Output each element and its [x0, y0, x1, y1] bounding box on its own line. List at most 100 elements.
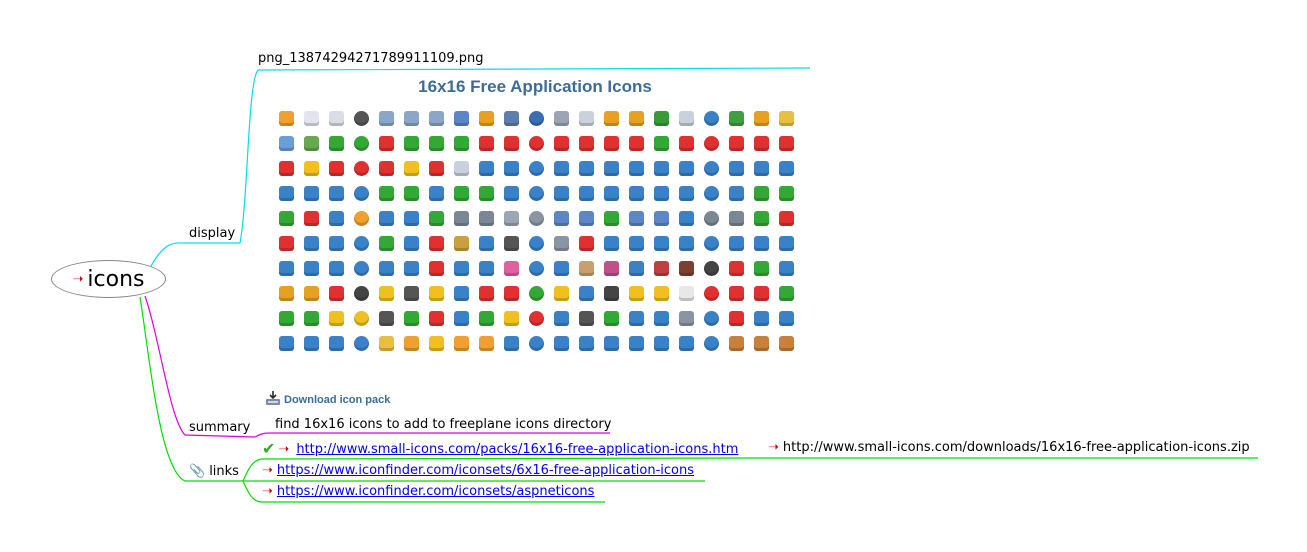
- app-icon: [699, 231, 724, 256]
- app-icon: [674, 131, 699, 156]
- app-icon: [749, 156, 774, 181]
- app-icon: [299, 206, 324, 231]
- app-icon: [774, 256, 799, 281]
- app-icon: [774, 131, 799, 156]
- app-icon: [699, 106, 724, 131]
- app-icon: [499, 306, 524, 331]
- app-icon: [399, 206, 424, 231]
- app-icon: [274, 131, 299, 156]
- link-child-node[interactable]: ➝ http://www.small-icons.com/downloads/1…: [768, 440, 1250, 455]
- app-icon: [449, 156, 474, 181]
- app-icon: [574, 181, 599, 206]
- root-node[interactable]: ➝ icons: [51, 260, 166, 298]
- app-icon: [274, 306, 299, 331]
- app-icon: [749, 181, 774, 206]
- app-icon: [774, 331, 799, 356]
- app-icon: [449, 331, 474, 356]
- app-icon: [724, 106, 749, 131]
- app-icon: [674, 331, 699, 356]
- app-icon: [649, 131, 674, 156]
- app-icon: [324, 131, 349, 156]
- app-icon: [349, 131, 374, 156]
- download-link[interactable]: Download icon pack: [265, 390, 390, 406]
- app-icon: [324, 331, 349, 356]
- app-icon: [649, 231, 674, 256]
- app-icon: [524, 231, 549, 256]
- link-iconfinder-aspnet[interactable]: https://www.iconfinder.com/iconsets/aspn…: [277, 484, 595, 499]
- app-icon: [299, 256, 324, 281]
- app-icon: [374, 206, 399, 231]
- app-icon: [424, 231, 449, 256]
- app-icon: [349, 181, 374, 206]
- app-icon: [474, 206, 499, 231]
- app-icon: [724, 156, 749, 181]
- app-icon: [599, 331, 624, 356]
- app-icon: [449, 131, 474, 156]
- app-icon: [374, 231, 399, 256]
- app-icon: [574, 131, 599, 156]
- app-icon: [424, 306, 449, 331]
- checkmark-icon: ✔: [262, 439, 276, 458]
- app-icon: [474, 106, 499, 131]
- app-icon: [424, 106, 449, 131]
- app-icon: [474, 281, 499, 306]
- app-icon: [499, 156, 524, 181]
- app-icon: [399, 106, 424, 131]
- app-icon: [324, 206, 349, 231]
- app-icon: [374, 181, 399, 206]
- app-icon: [749, 306, 774, 331]
- node-display[interactable]: display: [189, 226, 235, 241]
- app-icon: [549, 231, 574, 256]
- app-icon: [524, 156, 549, 181]
- app-icon: [624, 106, 649, 131]
- app-icon: [649, 181, 674, 206]
- app-icon: [749, 206, 774, 231]
- image-filename: png_13874294271789911109.png: [258, 51, 484, 66]
- app-icon: [524, 281, 549, 306]
- app-icon: [349, 281, 374, 306]
- node-links[interactable]: 📎 links: [189, 464, 239, 479]
- app-icon: [599, 281, 624, 306]
- app-icon: [449, 181, 474, 206]
- paperclip-icon: 📎: [189, 464, 206, 479]
- link-child-url: http://www.small-icons.com/downloads/16x…: [782, 440, 1250, 455]
- app-icon: [599, 206, 624, 231]
- app-icon: [299, 131, 324, 156]
- app-icon: [774, 106, 799, 131]
- app-icon: [449, 256, 474, 281]
- link-small-icons-pack[interactable]: http://www.small-icons.com/packs/16x16-f…: [296, 442, 738, 457]
- app-icon: [624, 131, 649, 156]
- app-icon: [774, 231, 799, 256]
- app-icon: [424, 131, 449, 156]
- app-icon: [674, 256, 699, 281]
- app-icon: [649, 306, 674, 331]
- app-icon: [574, 281, 599, 306]
- app-icon: [424, 156, 449, 181]
- app-icon: [449, 281, 474, 306]
- app-icon: [274, 231, 299, 256]
- app-icon: [449, 231, 474, 256]
- app-icon: [699, 206, 724, 231]
- app-icon: [499, 131, 524, 156]
- node-summary[interactable]: summary: [189, 420, 250, 435]
- app-icon: [599, 181, 624, 206]
- app-icon: [424, 331, 449, 356]
- arrow-icon: ➝: [278, 441, 290, 457]
- app-icon: [724, 131, 749, 156]
- app-icon: [449, 206, 474, 231]
- edge-display: [149, 242, 240, 269]
- app-icon: [699, 131, 724, 156]
- edge-summary-child: [254, 432, 610, 438]
- app-icon: [524, 181, 549, 206]
- app-icon: [274, 281, 299, 306]
- app-icon: [399, 306, 424, 331]
- app-icon: [624, 181, 649, 206]
- app-icon: [574, 256, 599, 281]
- link-iconfinder-free-app[interactable]: https://www.iconfinder.com/iconsets/6x16…: [277, 463, 694, 478]
- app-icon: [524, 206, 549, 231]
- app-icon: [374, 281, 399, 306]
- app-icon: [574, 306, 599, 331]
- app-icon: [349, 231, 374, 256]
- app-icon: [724, 206, 749, 231]
- app-icon: [549, 106, 574, 131]
